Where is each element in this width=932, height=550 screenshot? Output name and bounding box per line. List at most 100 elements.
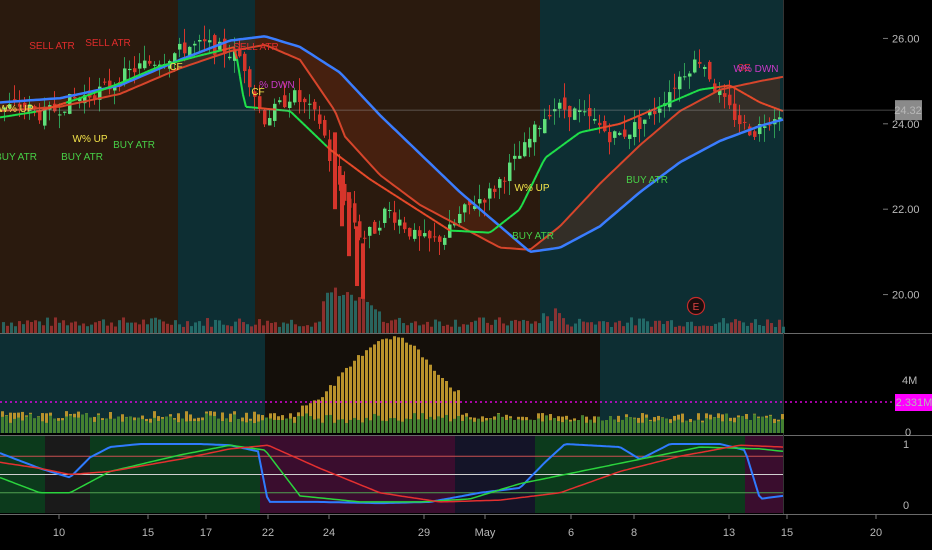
volume-bar-average <box>97 414 100 433</box>
volume-bar <box>186 321 189 333</box>
candle-body <box>143 60 147 69</box>
volume-bar-average <box>117 416 120 433</box>
volume-bar-average <box>461 420 464 433</box>
atr-segment <box>164 63 169 66</box>
atr-segment <box>68 99 73 103</box>
volume-bar-average <box>457 415 460 433</box>
candle-body <box>178 43 182 50</box>
volume-bar <box>134 322 137 333</box>
candle-body <box>668 92 672 108</box>
volume-bar-average <box>137 417 140 433</box>
volume-bar-average <box>705 418 708 433</box>
volume-bar-average <box>617 421 620 433</box>
candle-body <box>353 203 357 223</box>
volume-bar-average <box>301 416 304 433</box>
volume-bar <box>458 326 461 333</box>
volume-bar-average <box>465 416 468 433</box>
atr-segment <box>47 106 52 110</box>
atr-segment <box>179 59 184 62</box>
volume-bar-average <box>537 418 540 433</box>
atr-segment <box>641 112 646 116</box>
candle-body <box>738 115 742 125</box>
volume-bar-average <box>569 421 572 433</box>
atr-segment <box>95 90 100 94</box>
volume-bar-average <box>681 422 684 433</box>
candle-body <box>578 110 582 112</box>
volume-bar <box>422 324 425 333</box>
candle-body <box>608 132 612 143</box>
volume-bar-average <box>317 418 320 433</box>
candle-body <box>418 230 422 237</box>
volume-bar-average <box>525 420 528 433</box>
volume-bar-average <box>197 421 200 433</box>
volume-bar-average <box>741 416 744 433</box>
volume-bar <box>430 326 433 333</box>
x-tick-label: 20 <box>870 527 882 539</box>
atr-segment <box>632 116 637 120</box>
volume-bar <box>382 321 385 333</box>
volume-bar <box>622 326 625 333</box>
volume-bar-average <box>745 418 748 433</box>
volume-bar <box>478 317 481 333</box>
volume-bar <box>110 322 113 333</box>
volume-bar-average <box>365 417 368 433</box>
volume-bar <box>450 326 453 333</box>
x-tick-label: 8 <box>631 527 637 539</box>
volume-bar-average <box>433 419 436 433</box>
volume-bar <box>306 325 309 333</box>
candle-body <box>743 121 747 123</box>
volume-bar-average <box>5 415 8 433</box>
volume-bar <box>338 295 341 333</box>
candle-body <box>623 129 627 137</box>
volume-bar <box>730 322 733 333</box>
volume-bar <box>358 297 361 333</box>
volume-bar-average <box>389 418 392 433</box>
volume-bar <box>626 322 629 333</box>
volume-bar <box>78 325 81 333</box>
volume-bar <box>350 294 353 333</box>
volume-bar <box>246 324 249 333</box>
atr-segment <box>83 94 88 98</box>
volume-bar-average <box>721 421 724 433</box>
candle-body <box>203 39 207 42</box>
volume-tick-label: 4M <box>902 375 917 387</box>
candle-body <box>528 138 532 148</box>
atr-segment <box>62 101 67 105</box>
x-tick-label: 22 <box>262 527 274 539</box>
candle-body <box>658 108 662 113</box>
volume-bar <box>238 318 241 333</box>
candle-body <box>673 87 677 89</box>
volume-bar-average <box>233 414 236 433</box>
volume-bar <box>226 325 229 333</box>
volume-bar-average <box>177 422 180 433</box>
atr-segment <box>92 91 97 95</box>
signal-label-buy: BUY ATR <box>512 231 554 242</box>
volume-bar <box>394 319 397 333</box>
volume-bar <box>90 324 93 333</box>
atr-segment <box>608 124 613 128</box>
volume-bar-average <box>37 416 40 433</box>
volume-bar-average <box>601 420 604 433</box>
volume-bar-average <box>653 421 656 433</box>
atr-segment <box>221 48 226 52</box>
candle-body-drop <box>333 132 337 210</box>
volume-bar <box>758 324 761 333</box>
volume-bar-average <box>713 417 716 433</box>
volume-bar <box>254 324 257 333</box>
volume-bar-average <box>593 422 596 433</box>
candle-body <box>688 73 692 77</box>
candle-body <box>683 76 687 78</box>
volume-bar <box>598 321 601 333</box>
volume-bar-average <box>1 416 4 433</box>
atr-segment <box>224 47 229 51</box>
volume-bar-average <box>509 418 512 433</box>
volume-bar <box>130 322 133 333</box>
volume-bar-average <box>401 421 404 433</box>
volume-bar-average <box>265 417 268 433</box>
atr-segment <box>686 93 691 97</box>
atr-segment <box>122 79 127 83</box>
volume-bar <box>54 317 57 333</box>
atr-segment <box>665 101 670 106</box>
volume-bar-average <box>565 419 568 433</box>
volume-bar <box>26 320 29 333</box>
